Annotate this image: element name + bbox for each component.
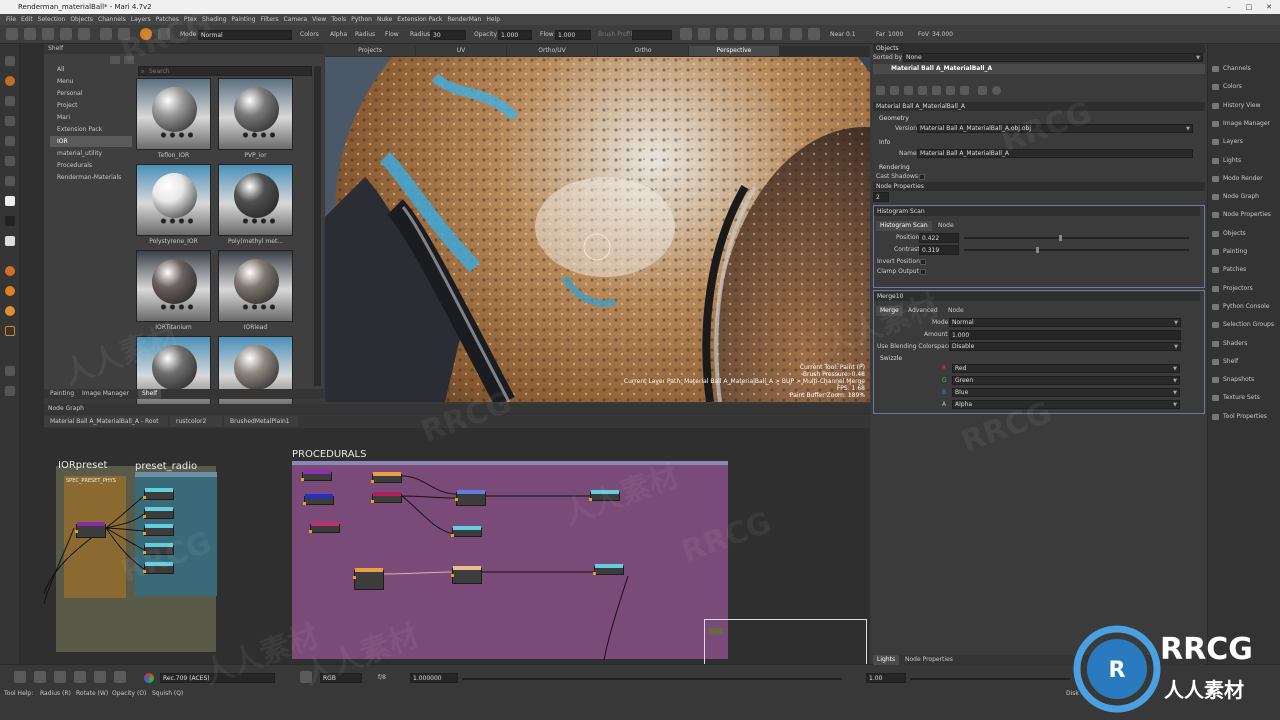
watermark: RRCG [676,505,777,570]
watermark-layer: RRCG RRCG RRCG RRCG RRCG RRCG 人人素材 人人素材 人人素材 人人素材… [0,0,1280,720]
watermark: RRCG [116,525,217,590]
watermark: 人人素材 [58,318,184,393]
watermark: RRCG [996,95,1097,160]
watermark: RRCG [416,385,517,450]
watermark: 人人素材 [558,458,684,533]
watermark: RRCG [116,5,217,70]
svg-text:R: R [1109,658,1126,683]
watermark: 人人素材 [818,288,944,363]
watermark: 人人素材 [198,618,324,693]
rrcg-logo-emblem: R [1073,625,1161,713]
watermark: RRCG [956,395,1057,460]
logo-text: RRCG [1160,632,1253,667]
logo-subtext: 人人素材 [1164,678,1244,702]
rrcg-logo: R RRCG 人人素材 [1072,624,1272,714]
watermark: 人人素材 [298,618,424,693]
